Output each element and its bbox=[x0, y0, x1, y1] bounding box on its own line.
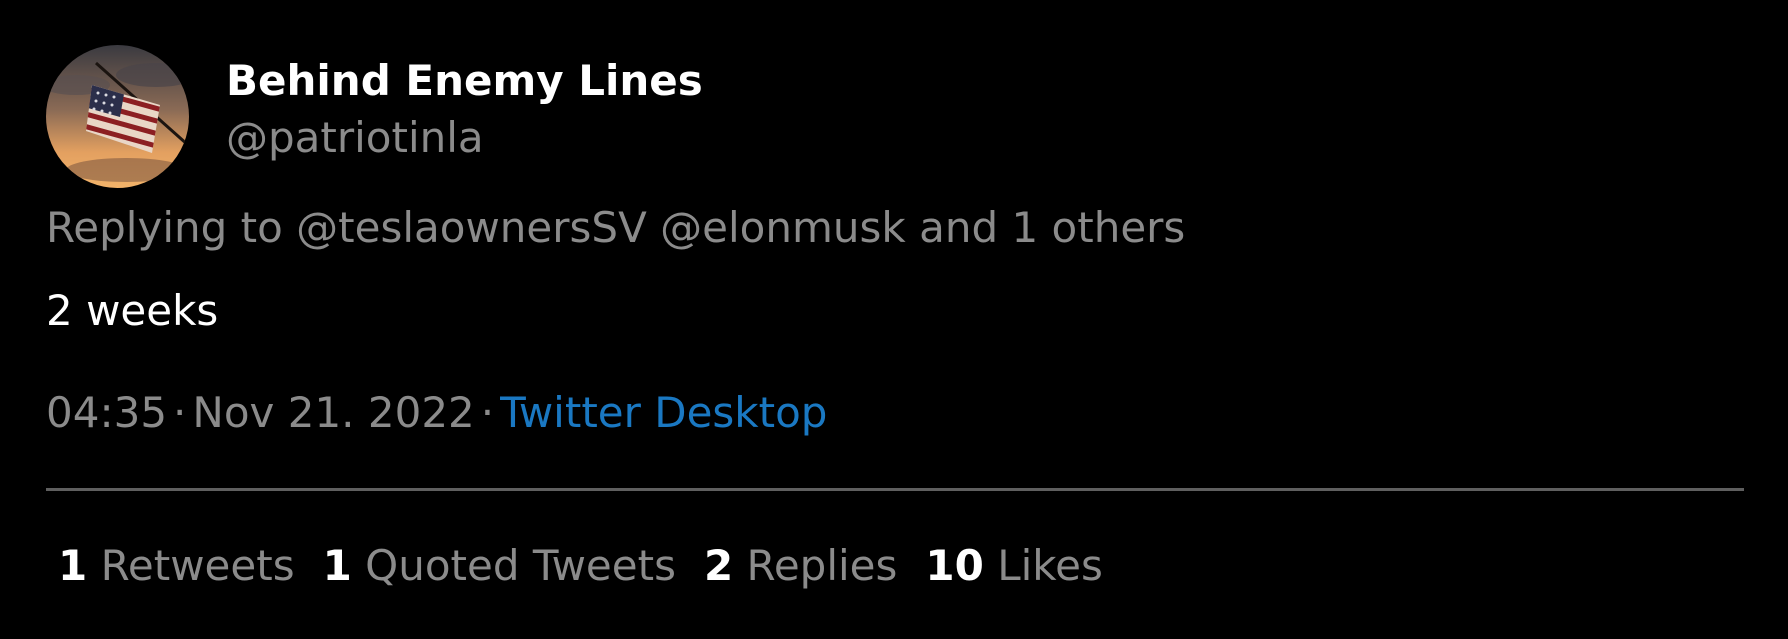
quoted-tweets-count: 1 bbox=[322, 541, 352, 590]
tweet-time[interactable]: 04:35 bbox=[46, 388, 167, 437]
tweet-source-link[interactable]: Twitter Desktop bbox=[500, 388, 827, 437]
quoted-tweets-stat[interactable]: 1 Quoted Tweets bbox=[323, 538, 676, 594]
tweet-stats: 1 Retweets 1 Quoted Tweets 2 Replies 10 Lik… bbox=[58, 538, 1131, 594]
replies-stat[interactable]: 2 Replies bbox=[704, 538, 897, 594]
divider bbox=[46, 488, 1744, 491]
tweet-header: Behind Enemy Lines @patriotinla bbox=[46, 45, 1046, 189]
likes-count: 10 bbox=[925, 541, 984, 590]
author-names: Behind Enemy Lines @patriotinla bbox=[226, 49, 703, 163]
quoted-tweets-label: Quoted Tweets bbox=[365, 541, 676, 590]
replies-count: 2 bbox=[703, 541, 734, 590]
tweet-text: 2 weeks bbox=[46, 286, 219, 335]
tweet-date[interactable]: Nov 21. 2022 bbox=[192, 388, 474, 437]
retweets-label: Retweets bbox=[100, 541, 295, 590]
replying-to-line: Replying to @teslaownersSV @elonmusk and… bbox=[46, 200, 1185, 256]
retweets-count: 1 bbox=[58, 541, 88, 590]
author-handle[interactable]: @patriotinla bbox=[226, 113, 703, 163]
author-display-name[interactable]: Behind Enemy Lines bbox=[226, 49, 703, 113]
reply-others-label[interactable]: and 1 others bbox=[919, 203, 1185, 252]
tweet-meta: 04:35 · Nov 21. 2022 · Twitter Desktop bbox=[46, 385, 827, 441]
likes-label: Likes bbox=[997, 541, 1103, 590]
tweet-card: Behind Enemy Lines @patriotinla Replying… bbox=[46, 0, 1744, 639]
meta-separator: · bbox=[480, 388, 495, 437]
avatar[interactable] bbox=[46, 45, 189, 188]
reply-mention-elonmusk[interactable]: @elonmusk bbox=[660, 203, 906, 252]
replies-label: Replies bbox=[746, 541, 898, 590]
likes-stat[interactable]: 10 Likes bbox=[925, 538, 1102, 594]
reply-mention-teslaownerssv[interactable]: @teslaownersSV bbox=[296, 203, 647, 252]
retweets-stat[interactable]: 1 Retweets bbox=[58, 538, 295, 594]
replying-to-label: Replying to bbox=[46, 203, 283, 252]
meta-separator: · bbox=[173, 388, 187, 437]
